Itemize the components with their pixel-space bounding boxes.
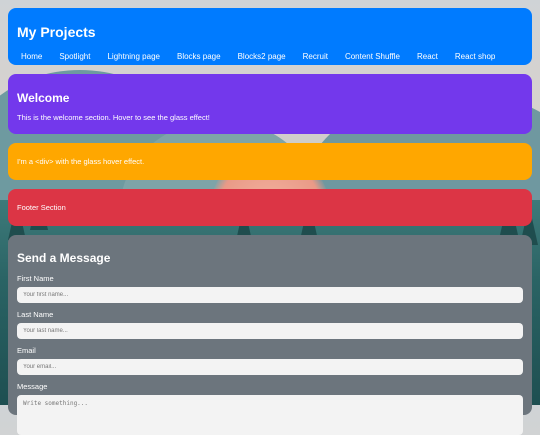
navbar: My Projects Home Spotlight Lightning pag… bbox=[8, 8, 532, 65]
last-name-label: Last Name bbox=[17, 310, 54, 319]
email-label: Email bbox=[17, 346, 36, 355]
first-name-label: First Name bbox=[17, 274, 54, 283]
nav-link-spotlight[interactable]: Spotlight bbox=[55, 52, 94, 61]
message-label: Message bbox=[17, 382, 48, 391]
nav-link-react-shop[interactable]: React shop bbox=[451, 52, 499, 61]
welcome-text: This is the welcome section. Hover to se… bbox=[17, 113, 210, 122]
first-name-input[interactable] bbox=[17, 287, 523, 303]
email-input[interactable] bbox=[17, 359, 523, 375]
page-content: My Projects Home Spotlight Lightning pag… bbox=[8, 8, 532, 435]
brand-title[interactable]: My Projects bbox=[17, 8, 523, 40]
welcome-title: Welcome bbox=[17, 91, 70, 105]
nav-link-recruit[interactable]: Recruit bbox=[299, 52, 332, 61]
last-name-input[interactable] bbox=[17, 323, 523, 339]
nav-link-content-shuffle[interactable]: Content Shuffle bbox=[341, 52, 404, 61]
glass-hover-section: I'm a <div> with the glass hover effect. bbox=[8, 143, 532, 180]
footer-section: Footer Section bbox=[8, 189, 532, 226]
nav-link-blocks-page[interactable]: Blocks page bbox=[173, 52, 225, 61]
nav-link-lightning-page[interactable]: Lightning page bbox=[103, 52, 164, 61]
nav-link-blocks2-page[interactable]: Blocks2 page bbox=[234, 52, 290, 61]
contact-form: Send a Message First Name Last Name Emai… bbox=[8, 235, 532, 435]
nav-link-react[interactable]: React bbox=[413, 52, 442, 61]
welcome-section: Welcome This is the welcome section. Hov… bbox=[8, 74, 532, 134]
footer-text: Footer Section bbox=[17, 203, 66, 212]
contact-form-title: Send a Message bbox=[17, 251, 111, 265]
nav-link-home[interactable]: Home bbox=[17, 52, 46, 61]
nav-links: Home Spotlight Lightning page Blocks pag… bbox=[17, 52, 523, 61]
glass-section-text: I'm a <div> with the glass hover effect. bbox=[17, 157, 145, 166]
message-textarea[interactable] bbox=[17, 395, 523, 435]
